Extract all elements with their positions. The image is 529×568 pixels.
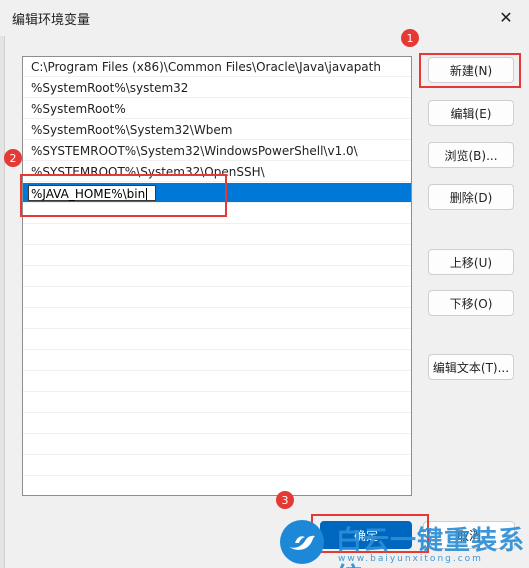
list-item-empty[interactable] xyxy=(23,435,411,455)
list-item-empty[interactable] xyxy=(23,330,411,350)
window-title: 编辑环境变量 xyxy=(12,13,91,28)
list-item[interactable]: %SystemRoot% xyxy=(23,99,411,119)
text-caret xyxy=(146,188,148,200)
list-item-empty[interactable] xyxy=(23,246,411,266)
background-window-edge xyxy=(0,0,5,568)
move-down-button[interactable]: 下移(O) xyxy=(428,290,514,316)
step-badge-3: 3 xyxy=(276,491,294,509)
list-item-empty[interactable] xyxy=(23,309,411,329)
watermark-url: www.baiyunxitong.com xyxy=(338,554,483,564)
list-item-empty[interactable] xyxy=(23,225,411,245)
list-item-empty[interactable] xyxy=(23,204,411,224)
move-up-button[interactable]: 上移(U) xyxy=(428,249,514,275)
list-item[interactable]: %SystemRoot%\System32\Wbem xyxy=(23,120,411,140)
list-item-empty[interactable] xyxy=(23,414,411,434)
step-badge-2: 2 xyxy=(4,149,22,167)
list-item-empty[interactable] xyxy=(23,372,411,392)
path-edit-input[interactable]: %JAVA_HOME%\bin xyxy=(28,185,156,201)
bird-icon xyxy=(280,520,324,564)
list-item-empty[interactable] xyxy=(23,267,411,287)
edit-env-dialog: 编辑环境变量 ✕ C:\Program Files (x86)\Common F… xyxy=(0,0,529,568)
edit-button[interactable]: 编辑(E) xyxy=(428,100,514,126)
list-item-empty[interactable] xyxy=(23,351,411,371)
list-item[interactable]: C:\Program Files (x86)\Common Files\Orac… xyxy=(23,57,411,77)
list-item[interactable]: %SYSTEMROOT%\System32\WindowsPowerShell\… xyxy=(23,141,411,161)
bird-icon-shape xyxy=(289,535,315,550)
edit-text-button[interactable]: 编辑文本(T)... xyxy=(428,354,514,380)
new-button[interactable]: 新建(N) xyxy=(428,57,514,83)
list-item[interactable]: %SYSTEMROOT%\System32\OpenSSH\ xyxy=(23,162,411,182)
path-edit-value: %JAVA_HOME%\bin xyxy=(31,187,146,201)
path-list[interactable]: C:\Program Files (x86)\Common Files\Orac… xyxy=(22,56,412,496)
title-bar: 编辑环境变量 ✕ xyxy=(0,0,529,36)
browse-button[interactable]: 浏览(B)... xyxy=(428,142,514,168)
list-item-editing[interactable]: %JAVA_HOME%\bin xyxy=(23,183,411,203)
close-icon: ✕ xyxy=(499,7,513,27)
close-button[interactable]: ✕ xyxy=(487,2,525,32)
list-item-empty[interactable] xyxy=(23,393,411,413)
list-item-empty[interactable] xyxy=(23,288,411,308)
list-item[interactable]: %SystemRoot%\system32 xyxy=(23,78,411,98)
list-item-empty[interactable] xyxy=(23,456,411,476)
ok-button[interactable]: 确定 xyxy=(320,521,412,549)
step-badge-1: 1 xyxy=(401,29,419,47)
cancel-button[interactable]: 取消 xyxy=(423,521,515,549)
delete-button[interactable]: 删除(D) xyxy=(428,184,514,210)
